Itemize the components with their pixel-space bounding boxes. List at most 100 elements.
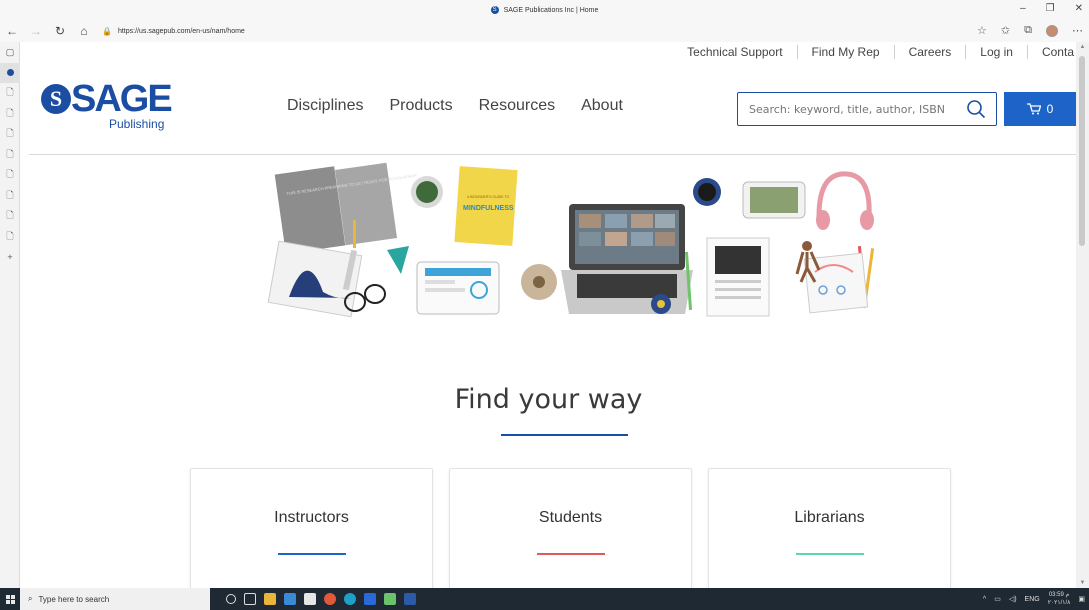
back-arrow-icon[interactable]: ← xyxy=(0,24,24,38)
chart-paper-illustration xyxy=(267,240,363,318)
more-menu-icon[interactable]: ⋯ xyxy=(1072,24,1083,37)
taskbar-clock[interactable]: 03:59 م ٢٠٢١/١/٨ xyxy=(1048,591,1071,607)
card-librarians[interactable]: Librarians xyxy=(708,468,951,588)
cortana-icon[interactable] xyxy=(226,594,236,604)
paint-icon[interactable] xyxy=(384,593,396,605)
windows-taskbar: ⌕ Type here to search ^ ▭ ◁) ENG 03:59 م… xyxy=(0,588,1089,610)
url-text: https://us.sagepub.com/en-us/nam/home xyxy=(117,27,245,35)
volume-icon[interactable]: ◁) xyxy=(1009,595,1017,603)
store-icon[interactable] xyxy=(304,593,316,605)
vertical-tab-page-icon[interactable]: 🗋 xyxy=(0,83,20,104)
nav-products[interactable]: Products xyxy=(389,97,452,115)
mail-icon[interactable] xyxy=(284,593,296,605)
scrollbar-thumb[interactable] xyxy=(1079,56,1085,246)
window-controls: – ❐ ✕ xyxy=(1020,3,1083,14)
card-label: Instructors xyxy=(274,509,349,526)
card-accent-bar xyxy=(537,553,605,555)
refresh-icon[interactable]: ↻ xyxy=(48,24,72,38)
card-accent-bar xyxy=(278,553,346,555)
search-input[interactable] xyxy=(747,94,967,124)
page-scrollbar[interactable]: ▲ ▼ xyxy=(1076,42,1089,588)
sage-tab-icon xyxy=(6,69,14,77)
vertical-tab-page-icon[interactable]: 🗋 xyxy=(0,186,20,207)
tab-title-text: SAGE Publications Inc | Home xyxy=(503,6,599,14)
tab-title[interactable]: S SAGE Publications Inc | Home xyxy=(490,6,599,14)
vertical-tabs-sidebar: ▢ 🗋 🗋 🗋 🗋 🗋 🗋 🗋 🗋 + xyxy=(0,42,20,588)
vertical-tab-page-icon[interactable]: 🗋 xyxy=(0,165,20,186)
browser-title-bar: S SAGE Publications Inc | Home – ❐ ✕ xyxy=(0,0,1089,20)
utility-link-log-in[interactable]: Log in xyxy=(966,45,1028,59)
vertical-tab-page-icon[interactable]: 🗋 xyxy=(0,227,20,248)
card-students[interactable]: Students xyxy=(449,468,692,588)
scroll-up-arrow-icon[interactable]: ▲ xyxy=(1076,44,1089,50)
browser-toolbar-right: ☆ ✩ ⧉ ⋯ xyxy=(977,24,1083,37)
taskbar-search-placeholder: Type here to search xyxy=(38,594,110,604)
edge-icon[interactable] xyxy=(344,593,356,605)
taskbar-search[interactable]: ⌕ Type here to search xyxy=(20,588,210,610)
word-icon[interactable] xyxy=(404,593,416,605)
nav-about[interactable]: About xyxy=(581,97,623,115)
favorites-icon[interactable]: ✩ xyxy=(1001,24,1010,37)
url-field[interactable]: 🔒 https://us.sagepub.com/en-us/nam/home xyxy=(102,27,245,36)
web-page: Technical Support Find My Rep Careers Lo… xyxy=(21,42,1076,588)
windows-logo-icon xyxy=(5,594,15,604)
language-indicator[interactable]: ENG xyxy=(1025,596,1040,603)
logo-subtitle: Publishing xyxy=(109,117,165,131)
cart-button[interactable]: 0 xyxy=(1004,92,1076,126)
sage-logo[interactable]: S SAGE Publishing xyxy=(41,78,173,131)
tab-actions-icon[interactable]: ▢ xyxy=(0,42,20,63)
search-box xyxy=(737,92,997,126)
coffee-cup-illustration xyxy=(693,178,721,206)
utility-link-contact[interactable]: Conta xyxy=(1028,45,1076,59)
collections-icon[interactable]: ⧉ xyxy=(1024,24,1032,37)
header-divider xyxy=(29,154,1076,155)
search-icon[interactable] xyxy=(966,99,986,119)
profile-avatar[interactable] xyxy=(1046,24,1058,37)
photos-icon[interactable] xyxy=(364,593,376,605)
utility-link-technical-support[interactable]: Technical Support xyxy=(673,45,798,59)
card-accent-bar xyxy=(796,553,864,555)
home-icon[interactable]: ⌂ xyxy=(72,24,96,38)
card-label: Librarians xyxy=(794,509,865,526)
nav-resources[interactable]: Resources xyxy=(479,97,555,115)
book-page-illustration xyxy=(706,237,770,317)
vertical-tab-page-icon[interactable]: 🗋 xyxy=(0,145,20,166)
system-tray: ^ ▭ ◁) ENG 03:59 م ٢٠٢١/١/٨ ▣ xyxy=(983,588,1085,610)
logo-wordmark: SAGE xyxy=(71,78,173,120)
sage-favicon-icon: S xyxy=(490,6,499,14)
notifications-icon[interactable]: ▣ xyxy=(1078,595,1085,603)
vertical-tab-page-icon[interactable]: 🗋 xyxy=(0,124,20,145)
plant-illustration xyxy=(411,176,443,208)
vertical-tab-page-icon[interactable]: 🗋 xyxy=(0,206,20,227)
utility-link-careers[interactable]: Careers xyxy=(895,45,967,59)
network-icon[interactable]: ▭ xyxy=(994,595,1001,603)
card-label: Students xyxy=(538,509,603,526)
chrome-icon[interactable] xyxy=(324,593,336,605)
close-button[interactable]: ✕ xyxy=(1075,3,1083,14)
read-aloud-icon[interactable]: ☆ xyxy=(977,24,987,37)
lock-icon: 🔒 xyxy=(102,26,112,36)
clock-date: ٢٠٢١/١/٨ xyxy=(1047,600,1071,606)
minimize-button[interactable]: – xyxy=(1020,3,1026,14)
restore-button[interactable]: ❐ xyxy=(1046,3,1055,14)
card-instructors[interactable]: Instructors xyxy=(190,468,433,588)
sage-seal-icon: S xyxy=(41,84,71,114)
tablet-illustration xyxy=(416,261,500,315)
file-explorer-icon[interactable] xyxy=(264,593,276,605)
utility-link-find-my-rep[interactable]: Find My Rep xyxy=(798,45,895,59)
task-view-icon[interactable] xyxy=(244,593,256,605)
drawing-paper-illustration xyxy=(803,252,869,314)
address-bar-row: ← → ↻ ⌂ 🔒 https://us.sagepub.com/en-us/n… xyxy=(0,20,1089,42)
forward-arrow-icon[interactable]: → xyxy=(24,24,48,38)
book-prefix: A BEGINNER'S GUIDE TO xyxy=(467,195,509,199)
scroll-down-arrow-icon[interactable]: ▼ xyxy=(1076,580,1089,586)
new-tab-plus-icon[interactable]: + xyxy=(0,247,20,268)
heading-underline xyxy=(501,434,628,436)
start-button[interactable] xyxy=(0,588,20,610)
taskbar-apps xyxy=(226,593,416,605)
nav-disciplines[interactable]: Disciplines xyxy=(287,97,363,115)
tray-chevron-icon[interactable]: ^ xyxy=(983,596,986,603)
vertical-tab-sage[interactable] xyxy=(0,62,20,83)
mindfulness-book-illustration: A BEGINNER'S GUIDE TO MINDFULNESS xyxy=(454,166,518,246)
vertical-tab-page-icon[interactable]: 🗋 xyxy=(0,104,20,125)
